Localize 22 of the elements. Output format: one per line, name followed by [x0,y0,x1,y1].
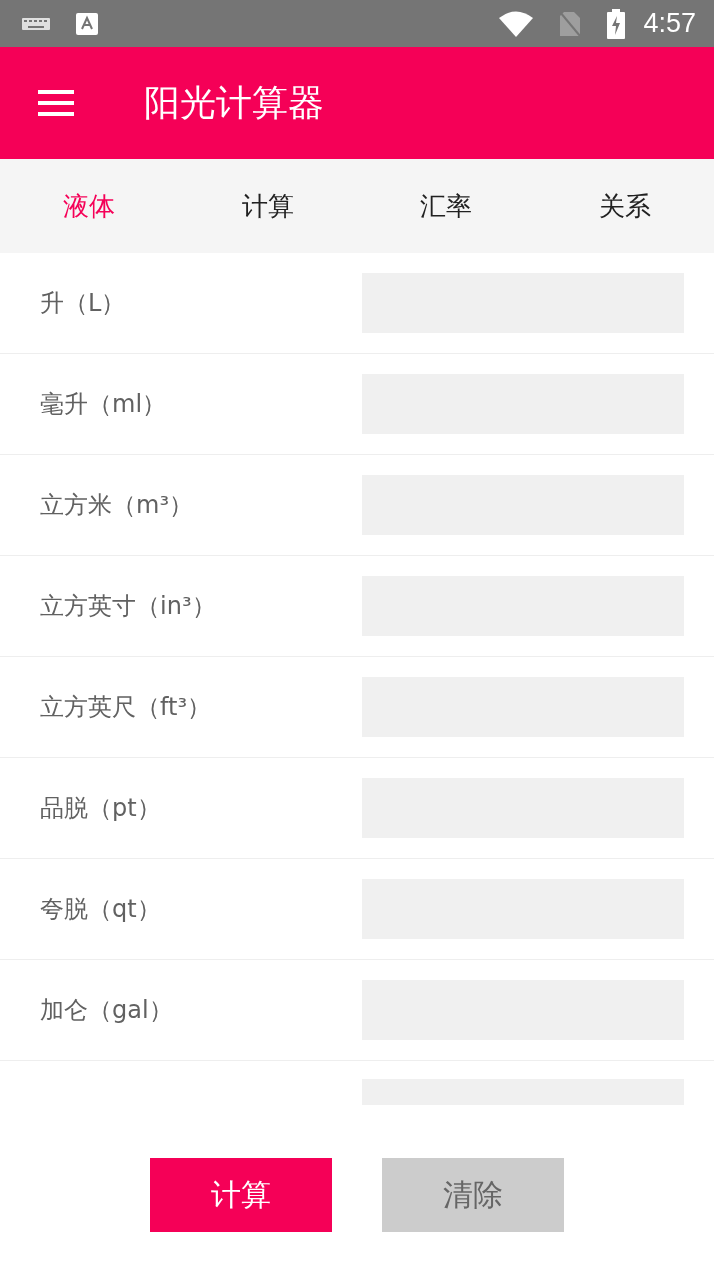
keyboard-icon [22,17,50,30]
unit-label: 立方米（m³） [40,490,194,521]
app-title: 阳光计算器 [144,80,324,125]
unit-label: 夸脱（qt） [40,894,162,925]
clear-button[interactable]: 清除 [382,1158,564,1232]
tab[interactable]: 关系 [535,159,714,253]
unit-label: 加仑（gal） [40,995,174,1026]
calculate-button[interactable]: 计算 [150,1158,332,1232]
battery-charging-icon [607,8,626,39]
wifi-icon [499,10,534,37]
unit-label: 立方英尺（ft³） [40,692,213,723]
status-time: 4:57 [643,8,696,39]
tab[interactable]: 计算 [178,159,357,253]
no-sim-icon [559,10,582,37]
tab[interactable]: 液体 [0,159,179,253]
tab[interactable]: 汇率 [357,159,536,253]
unit-label: 立方英寸（in³） [40,591,217,622]
unit-label: 毫升（ml） [40,389,168,420]
menu-icon[interactable] [38,90,74,116]
unit-label: 升（L） [40,288,127,319]
unit-label: 品脱（pt） [40,793,162,824]
text-a-icon [76,12,98,35]
